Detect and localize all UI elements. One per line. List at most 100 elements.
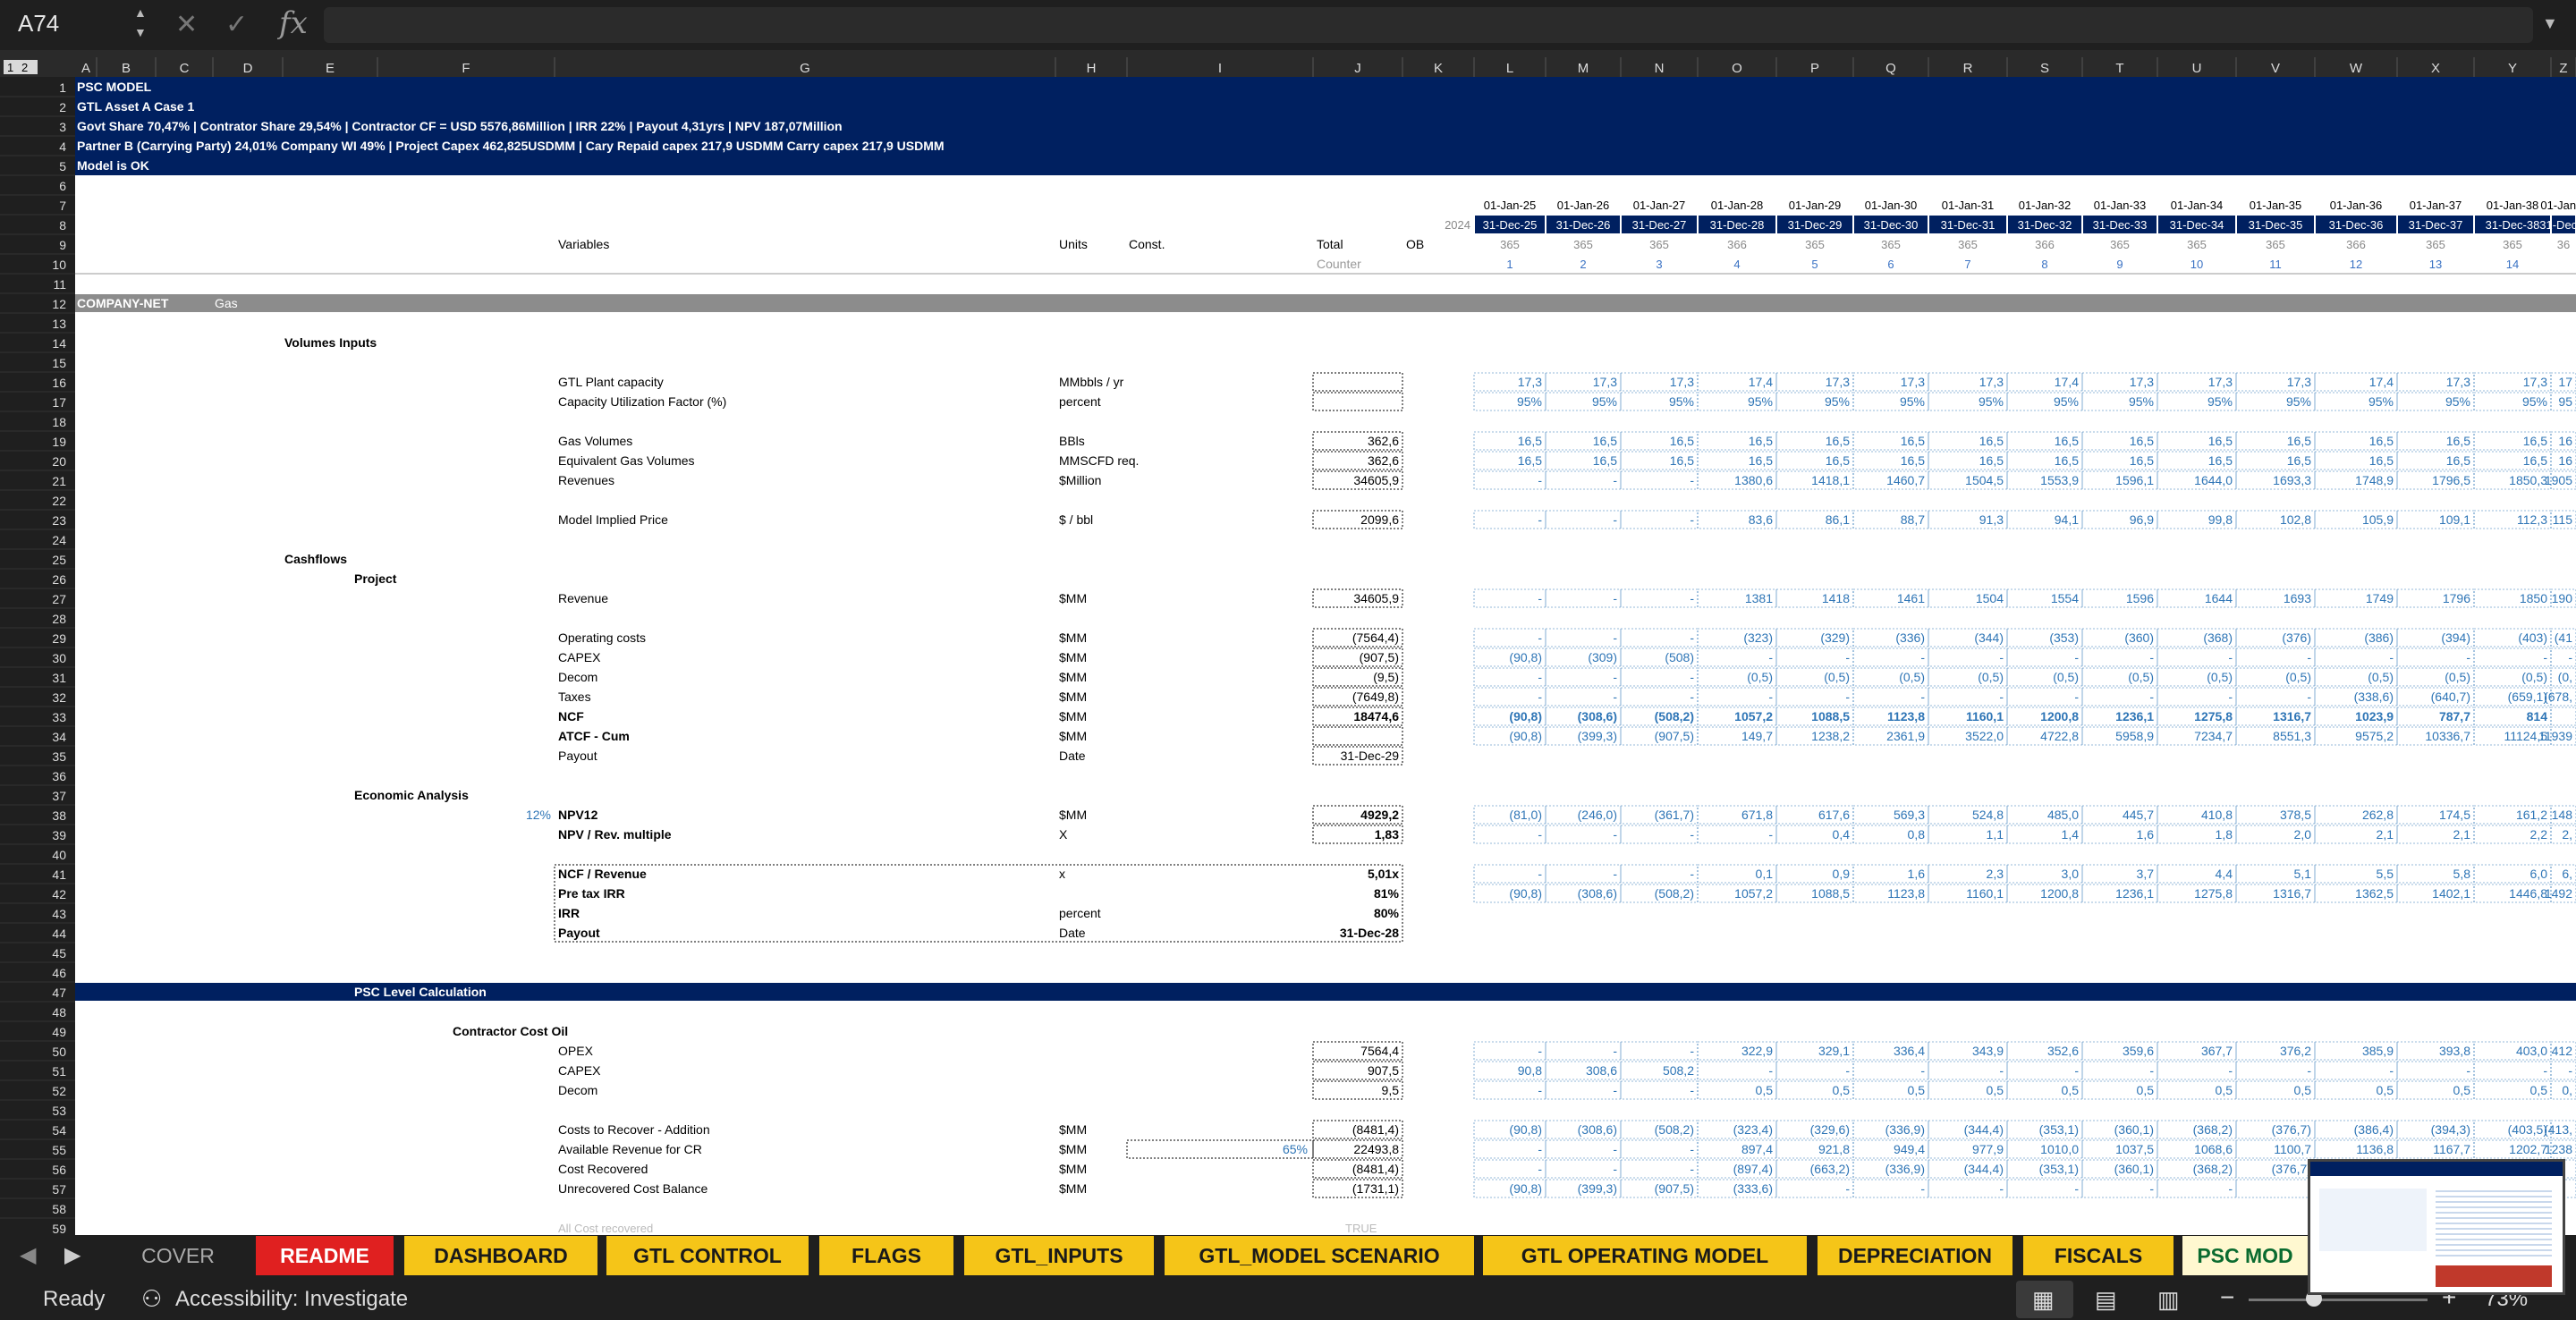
row-unit: MMSCFD req. — [1059, 453, 1139, 468]
row-value: 921,8 — [1818, 1142, 1850, 1156]
row-value: - — [1690, 473, 1694, 487]
row-value: (413, — [2544, 1122, 2572, 1137]
sheet-tab-readme[interactable]: README — [256, 1236, 394, 1275]
normal-view-button[interactable]: ▦ — [2016, 1281, 2073, 1318]
sheet-preview-thumbnail[interactable] — [2308, 1159, 2565, 1295]
row-value: 1202,7 — [2509, 1142, 2547, 1156]
row-unit: MMbbls / yr — [1059, 375, 1124, 389]
row-value: 787,7 — [2439, 709, 2470, 723]
page-break-icon[interactable]: ▥ — [2157, 1286, 2180, 1314]
column-header-s: S — [2040, 61, 2049, 76]
row-number-58: 58 — [52, 1202, 66, 1216]
row-value: 16,5 — [1979, 434, 2004, 448]
name-box-up-icon[interactable]: ▲ — [134, 5, 147, 20]
row-value: (329,6) — [1810, 1122, 1850, 1137]
row-value: (403) — [2518, 630, 2547, 645]
row-value: (376) — [2282, 630, 2311, 645]
row-value: 95% — [1900, 394, 1925, 409]
row-value: 617,6 — [1818, 808, 1850, 822]
sheet-tab-gtl-inputs[interactable]: GTL_INPUTS — [964, 1236, 1154, 1275]
row-value: 1057,2 — [1734, 886, 1773, 901]
row-total: 1,83 — [1375, 827, 1399, 842]
row-value: 17,4 — [1749, 375, 1773, 389]
row-value: 385,9 — [2362, 1044, 2394, 1058]
period-start-date: 01-Jan-28 — [1711, 199, 1764, 212]
row-value: - — [2307, 690, 2311, 704]
cancel-icon[interactable]: ✕ — [175, 9, 198, 40]
row-value: 1236,1 — [2115, 709, 2154, 723]
row-value: - — [1690, 670, 1694, 684]
row-value: 95% — [1517, 394, 1542, 409]
sheet-tab-gtl-operating-model[interactable]: GTL OPERATING MODEL — [1483, 1236, 1807, 1275]
formula-input[interactable] — [324, 7, 2533, 43]
sheet-tab-dashboard[interactable]: DASHBOARD — [404, 1236, 597, 1275]
insert-function-icon[interactable]: fx — [279, 5, 308, 41]
row-value: - — [1768, 827, 1773, 842]
sheet-tab-cover[interactable]: COVER — [109, 1236, 247, 1275]
row-value: - — [1613, 827, 1617, 842]
name-box-down-icon[interactable]: ▼ — [134, 25, 147, 39]
row-value: 262,8 — [2362, 808, 2394, 822]
sheet-tab-gtl-control[interactable]: GTL CONTROL — [606, 1236, 809, 1275]
enter-icon[interactable]: ✓ — [225, 9, 248, 40]
column-header-m: M — [1578, 61, 1589, 76]
row-total: 9,5 — [1382, 1083, 1400, 1097]
period-start-date: 01-Jan-34 — [2171, 199, 2224, 212]
row-value: 1275,8 — [2194, 709, 2233, 723]
column-header-b: B — [122, 61, 131, 76]
worksheet-grid[interactable]: 1 2 A B C D E F G H I J K L M N O P Q R S T U V W X Y Z PSC MODEL GTL… — [0, 50, 2576, 1235]
row-number-36: 36 — [52, 769, 66, 783]
sheet-tab-gtl-model-scenario[interactable]: GTL_MODEL SCENARIO — [1165, 1236, 1474, 1275]
row-unit: $ / bbl — [1059, 512, 1093, 527]
row-value: 0,5 — [2137, 1083, 2155, 1097]
accessibility-icon[interactable]: ⚇ — [141, 1285, 162, 1313]
outline-level-1-button: 1 — [7, 61, 13, 74]
row-value: - — [1538, 512, 1542, 527]
row-label: Revenues — [558, 473, 614, 487]
row-value: 1123,8 — [1887, 709, 1925, 723]
row-label: CAPEX — [558, 1063, 601, 1078]
row-number-38: 38 — [52, 808, 66, 823]
sheet-tab-psc-mod[interactable]: PSC MOD — [2182, 1236, 2308, 1275]
row-value: 1200,8 — [2040, 886, 2079, 901]
row-number-37: 37 — [52, 789, 66, 803]
thumb-rows — [2436, 1187, 2552, 1258]
row-value: 1088,5 — [1811, 709, 1850, 723]
row-value: - — [1538, 1142, 1542, 1156]
period-counter: 3 — [1656, 258, 1662, 271]
zoom-slider[interactable] — [2249, 1299, 2428, 1301]
row-label: NCF — [558, 709, 584, 723]
row-value: 2,0 — [2294, 827, 2312, 842]
row-value: 16,5 — [2055, 453, 2079, 468]
row-value: (659,1) — [2508, 690, 2547, 704]
group-project: Project — [354, 571, 397, 586]
zoom-out-icon[interactable]: − — [2220, 1283, 2234, 1312]
row-total: 81% — [1374, 886, 1400, 901]
row-value: 1,1 — [1987, 827, 2004, 842]
grid-top-gap — [0, 50, 2576, 57]
row-value: 17,3 — [2130, 375, 2154, 389]
page-layout-icon[interactable]: ▤ — [2095, 1286, 2117, 1314]
sheet-canvas[interactable]: 1 2 A B C D E F G H I J K L M N O P Q R S T U V W X Y ZPSC MODELGTL… — [0, 50, 2576, 1235]
sheet-tab-fiscals[interactable]: FISCALS — [2023, 1236, 2174, 1275]
row-number-56: 56 — [52, 1163, 66, 1177]
expand-formula-bar-icon[interactable]: ▼ — [2542, 14, 2558, 33]
row-value: - — [1920, 1181, 1925, 1196]
period-end-date: 31-Dec-36 — [2329, 218, 2384, 232]
sheet-tab-flags[interactable]: FLAGS — [819, 1236, 953, 1275]
column-header-f: F — [462, 61, 470, 76]
period-days: 366 — [2035, 238, 2055, 251]
header-units: Units — [1059, 237, 1088, 251]
scroll-tabs-left-icon[interactable]: ◀ — [20, 1242, 36, 1268]
row-value: - — [1690, 690, 1694, 704]
row-number-35: 35 — [52, 749, 66, 764]
scroll-tabs-right-icon[interactable]: ▶ — [64, 1242, 80, 1268]
sheet-tab-depreciation[interactable]: DEPRECIATION — [1818, 1236, 2012, 1275]
row-value: 11939 — [2538, 729, 2572, 743]
accessibility-status[interactable]: Accessibility: Investigate — [175, 1287, 408, 1312]
row-value: 16,5 — [1593, 453, 1617, 468]
row-value: 16,5 — [2523, 453, 2547, 468]
cell-reference: A74 — [18, 10, 60, 37]
column-header-r: R — [1963, 61, 1973, 76]
row-number-26: 26 — [52, 572, 66, 587]
